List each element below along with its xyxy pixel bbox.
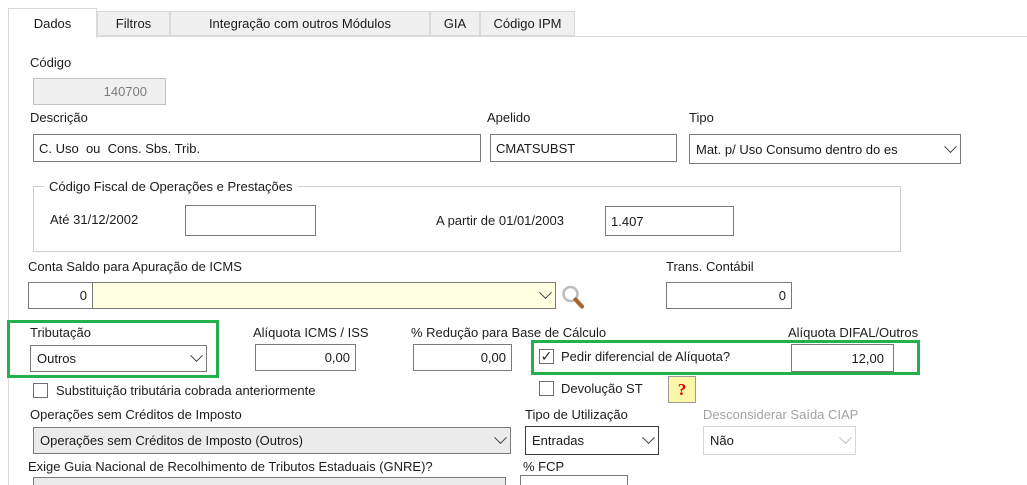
descricao-label: Descrição: [30, 110, 88, 125]
gnre-label: Exige Guia Nacional de Recolhimento de T…: [28, 459, 433, 474]
tipo-value: Mat. p/ Uso Consumo dentro do es: [690, 142, 940, 157]
tipo-utilizacao-label: Tipo de Utilização: [525, 407, 628, 422]
desconsiderar-ciap-select: Não: [703, 426, 856, 455]
chevron-down-icon[interactable]: [638, 436, 658, 445]
tab-label: Integração com outros Módulos: [209, 16, 391, 31]
tributacao-value: Outros: [31, 351, 186, 366]
tab-label: Dados: [34, 16, 72, 31]
operacoes-label: Operações sem Créditos de Imposto: [30, 407, 242, 422]
tab-codigo-ipm[interactable]: Código IPM: [480, 11, 575, 36]
aliquota-difal-label: Alíquota DIFAL/Outros: [788, 325, 918, 340]
tab-strip-divider: [8, 36, 1027, 37]
chevron-down-icon[interactable]: [535, 291, 555, 300]
cfop-ate-input[interactable]: [185, 205, 316, 236]
cfop-apartir-label: A partir de 01/01/2003: [436, 213, 564, 228]
reducao-base-input[interactable]: 0,00: [413, 344, 512, 371]
chevron-down-icon[interactable]: [490, 436, 510, 445]
conta-saldo-code-value: 0: [29, 288, 92, 303]
conta-saldo-account-select[interactable]: [92, 282, 556, 309]
reducao-base-value: 0,00: [414, 350, 511, 365]
cfop-ate-label: Até 31/12/2002: [50, 212, 138, 227]
aliquota-icms-input[interactable]: 0,00: [255, 344, 356, 371]
desconsiderar-ciap-value: Não: [704, 433, 835, 448]
apelido-value: CMATSUBST: [491, 141, 676, 156]
operacoes-select[interactable]: Operações sem Créditos de Imposto (Outro…: [33, 427, 511, 454]
search-icon[interactable]: [560, 284, 586, 310]
descricao-input[interactable]: C. Uso ou Cons. Sbs. Trib.: [33, 134, 481, 162]
operacoes-value: Operações sem Créditos de Imposto (Outro…: [34, 433, 490, 448]
trans-contabil-value: 0: [667, 288, 791, 303]
reducao-base-label: % Redução para Base de Cálculo: [411, 325, 606, 340]
trans-contabil-label: Trans. Contábil: [666, 259, 754, 274]
cfop-apartir-input[interactable]: 1.407: [605, 206, 734, 236]
fcp-label: % FCP: [523, 459, 564, 474]
tipo-utilizacao-select[interactable]: Entradas: [525, 426, 659, 455]
devolucao-st-help-button[interactable]: ?: [668, 376, 696, 403]
devolucao-st-label: Devolução ST: [561, 381, 643, 396]
devolucao-st-checkbox[interactable]: [539, 381, 554, 396]
substituicao-label: Substituição tributária cobrada anterior…: [56, 383, 315, 398]
conta-saldo-label: Conta Saldo para Apuração de ICMS: [28, 259, 242, 274]
fcp-input[interactable]: [520, 475, 628, 485]
panel-left-border: [8, 36, 9, 485]
cfop-legend: Código Fiscal de Operações e Prestações: [44, 179, 298, 194]
aliquota-difal-input[interactable]: 12,00: [791, 344, 894, 372]
gnre-select[interactable]: [33, 477, 506, 485]
form-window: Dados Filtros Integração com outros Módu…: [0, 0, 1027, 485]
aliquota-icms-label: Alíquota ICMS / ISS: [253, 325, 369, 340]
trans-contabil-input[interactable]: 0: [666, 282, 792, 309]
codigo-label: Código: [30, 55, 71, 70]
tab-label: GIA: [444, 16, 466, 31]
tipo-utilizacao-value: Entradas: [526, 433, 638, 448]
tab-dados[interactable]: Dados: [8, 8, 97, 38]
apelido-label: Apelido: [487, 110, 530, 125]
chevron-down-icon[interactable]: [940, 145, 960, 154]
tipo-label: Tipo: [689, 110, 714, 125]
conta-saldo-code-input[interactable]: 0: [28, 282, 93, 309]
aliquota-difal-value: 12,00: [792, 351, 893, 366]
substituicao-checkbox[interactable]: [33, 383, 48, 398]
tributacao-label: Tributação: [30, 325, 91, 340]
codigo-value: 140700: [34, 84, 165, 99]
descricao-value: C. Uso ou Cons. Sbs. Trib.: [34, 141, 480, 156]
pedir-diferencial-checkbox[interactable]: [539, 349, 554, 364]
apelido-input[interactable]: CMATSUBST: [490, 134, 677, 162]
tributacao-select[interactable]: Outros: [30, 345, 207, 372]
chevron-down-icon[interactable]: [186, 354, 206, 363]
codigo-field: 140700: [33, 78, 166, 105]
chevron-down-icon: [835, 436, 855, 445]
desconsiderar-ciap-label: Desconsiderar Saída CIAP: [703, 407, 858, 422]
tipo-select[interactable]: Mat. p/ Uso Consumo dentro do es: [689, 134, 961, 164]
tab-label: Código IPM: [494, 16, 562, 31]
tab-gia[interactable]: GIA: [430, 11, 480, 36]
pedir-diferencial-label: Pedir diferencial de Alíquota?: [561, 349, 730, 364]
aliquota-icms-value: 0,00: [256, 350, 355, 365]
tab-label: Filtros: [116, 16, 151, 31]
cfop-apartir-value: 1.407: [606, 214, 733, 229]
tab-integracao[interactable]: Integração com outros Módulos: [170, 11, 430, 36]
tab-filtros[interactable]: Filtros: [97, 11, 170, 36]
